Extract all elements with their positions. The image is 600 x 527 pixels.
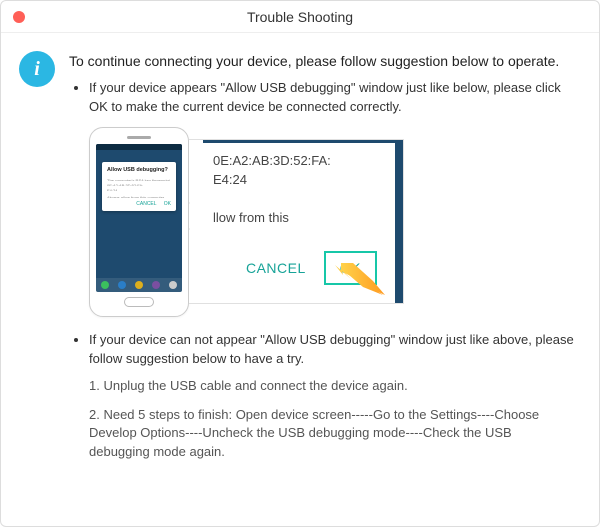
dialog-ok: OK [164,201,171,207]
window-title: Trouble Shooting [247,9,353,25]
phone-statusbar [96,144,182,150]
body-text: To continue connecting your device, plea… [69,51,575,474]
bullet-2-text: If your device can not appear "Allow USB… [89,332,574,366]
dialog-mac1: 0E:A2:AB:3D:52:FA: [107,183,171,186]
dialog-always-allow: Always allow from this computer [107,195,171,198]
instruction-list: If your device appears "Allow USB debugg… [69,79,575,462]
nav-icon [118,281,126,289]
phone-home-button [124,297,154,307]
zoom-mac2: E4:24 [213,171,393,189]
step-2: 2. Need 5 steps to finish: Open device s… [89,406,575,463]
troubleshooting-window: Trouble Shooting i To continue connectin… [0,0,600,527]
zoom-border-right [395,140,403,303]
phone-navbar [96,278,182,292]
cancel-button[interactable]: CANCEL [246,258,306,278]
bullet-1-text: If your device appears "Allow USB debugg… [89,80,561,114]
zoom-mac1: 0E:A2:AB:3D:52:FA: [213,152,393,170]
phone-mockup: Allow USB debugging? The computer's RSA … [89,127,189,317]
bullet-1: If your device appears "Allow USB debugg… [89,79,575,317]
nav-icon [135,281,143,289]
content-area: i To continue connecting your device, pl… [1,33,599,492]
info-icon: i [19,51,55,87]
close-button[interactable] [13,11,25,23]
zoom-panel: 0E:A2:AB:3D:52:FA: E4:24 llow from this … [189,139,404,304]
zoom-allow-fragment: llow from this [213,209,393,227]
nav-icon [152,281,160,289]
phone-speaker [127,136,151,139]
nav-icon [101,281,109,289]
step-1: 1. Unplug the USB cable and connect the … [89,377,575,396]
dialog-fingerprint-label: The computer's RSA key fingerprint is: [107,178,171,181]
dialog-actions: CANCEL OK [107,201,171,208]
intro-text: To continue connecting your device, plea… [69,51,575,71]
zoom-border-top [203,140,403,143]
nav-icon [169,281,177,289]
zoom-actions: CANCEL OK [246,251,377,285]
dialog-cancel: CANCEL [136,201,156,207]
dialog-title: Allow USB debugging? [107,167,171,175]
steps: 1. Unplug the USB cable and connect the … [89,377,575,462]
titlebar: Trouble Shooting [1,1,599,33]
phone-usb-dialog: Allow USB debugging? The computer's RSA … [102,162,176,211]
dialog-mac2: E4:24 [107,188,171,191]
bullet-2: If your device can not appear "Allow USB… [89,331,575,462]
phone-screen: Allow USB debugging? The computer's RSA … [96,144,182,292]
ok-button[interactable]: OK [324,251,377,285]
illustration: Allow USB debugging? The computer's RSA … [89,127,575,317]
